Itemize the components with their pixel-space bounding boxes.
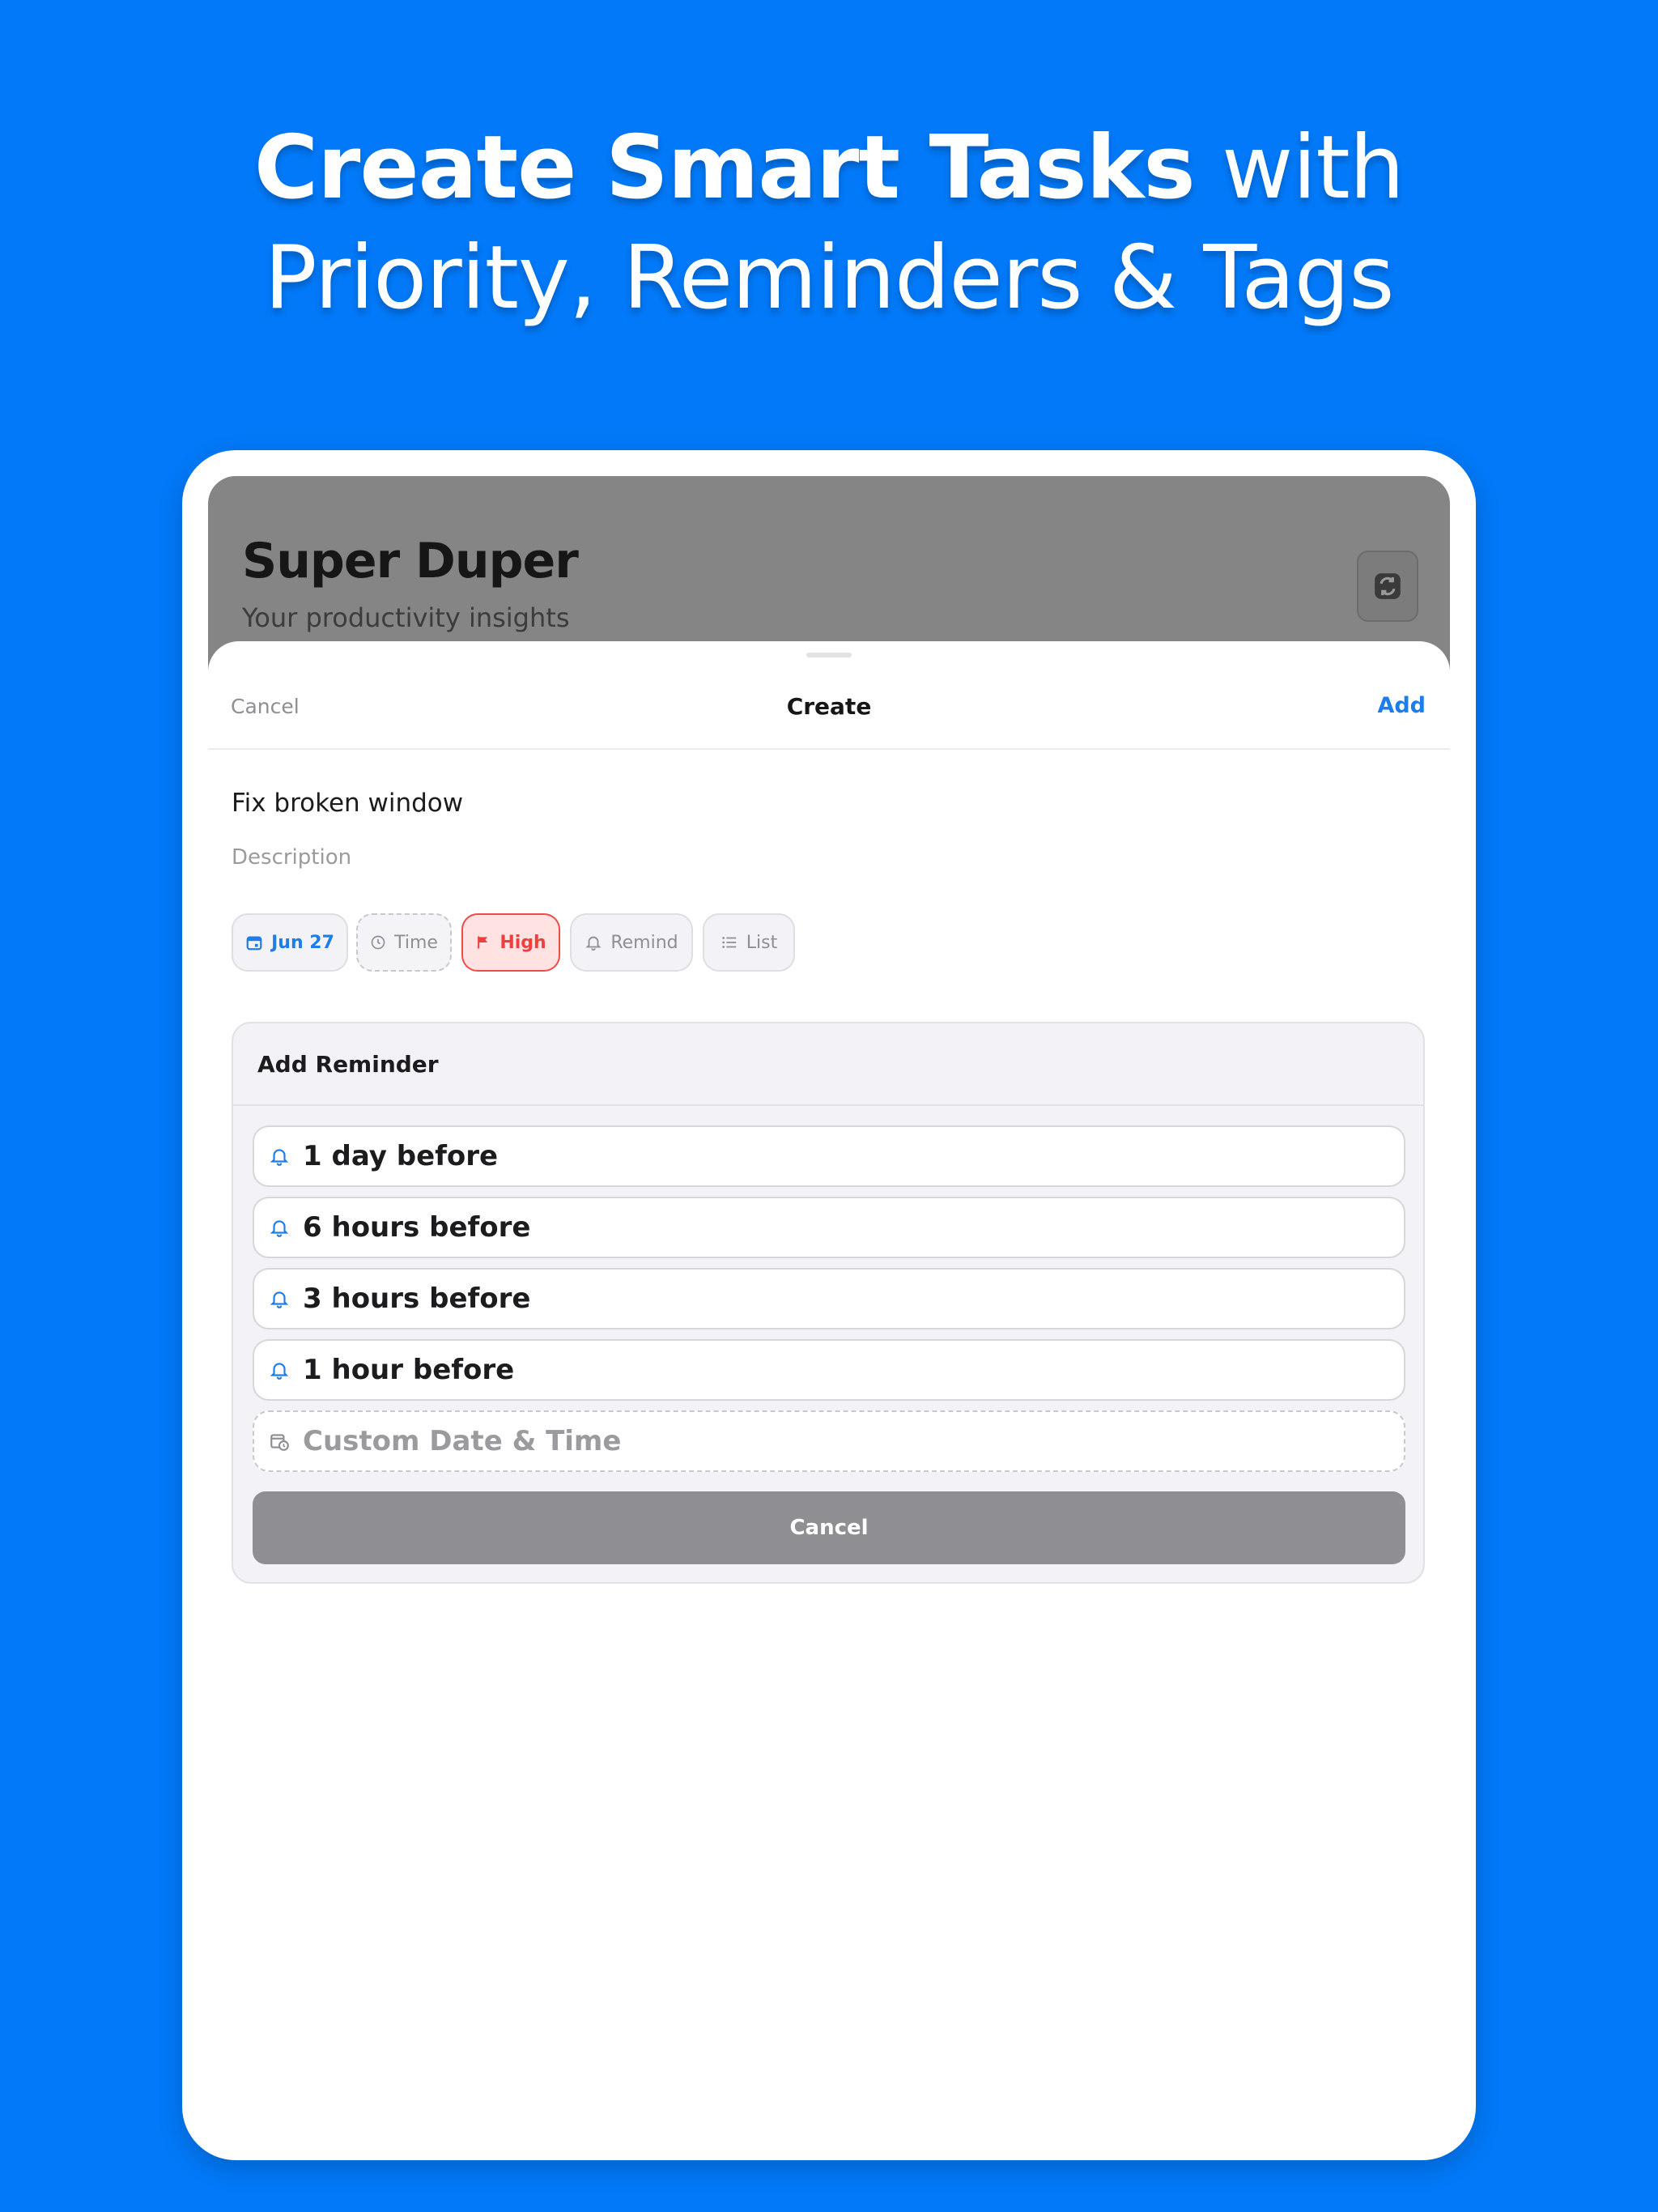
date-chip[interactable]: Jun 27 <box>232 913 348 972</box>
reminder-panel-header: Add Reminder <box>233 1023 1423 1106</box>
reminder-option-label: 6 hours before <box>303 1211 531 1244</box>
reminder-option[interactable]: 6 hours before <box>253 1197 1405 1258</box>
bell-icon <box>585 934 602 951</box>
sheet-navbar: Cancel Create Add <box>208 641 1450 750</box>
refresh-icon <box>1372 571 1403 602</box>
screen: Super Duper Your productivity insights C… <box>208 476 1450 2134</box>
custom-date-time-option[interactable]: Custom Date & Time <box>253 1410 1405 1472</box>
refresh-button[interactable] <box>1357 551 1418 622</box>
reminder-option[interactable]: 3 hours before <box>253 1268 1405 1329</box>
flag-icon <box>475 934 491 951</box>
reminder-option-label: 1 day before <box>303 1140 499 1172</box>
calendar-icon <box>245 934 263 951</box>
reminder-option[interactable]: 1 hour before <box>253 1339 1405 1401</box>
bell-icon <box>269 1288 290 1309</box>
create-task-sheet: Cancel Create Add Fix broken window Desc… <box>208 641 1450 2134</box>
custom-date-time-label: Custom Date & Time <box>303 1425 622 1457</box>
task-title-input[interactable]: Fix broken window <box>232 789 463 818</box>
add-reminder-panel: Add Reminder 1 day before 6 hours before <box>232 1022 1425 1584</box>
time-chip[interactable]: Time <box>356 913 452 972</box>
bell-icon <box>269 1217 290 1238</box>
priority-chip[interactable]: High <box>461 913 560 972</box>
hero-title-rest: with <box>1194 117 1405 219</box>
list-chip[interactable]: List <box>703 913 795 972</box>
list-chip-label: List <box>746 932 778 953</box>
add-button[interactable]: Add <box>1377 693 1426 718</box>
reminder-option[interactable]: 1 day before <box>253 1125 1405 1187</box>
priority-chip-label: High <box>500 932 546 953</box>
bell-icon <box>269 1146 290 1167</box>
bell-icon <box>269 1359 290 1380</box>
hero-line-2: Priority, Reminders & Tags <box>264 228 1395 329</box>
time-chip-label: Time <box>394 932 438 953</box>
hero-title-bold: Create Smart Tasks <box>253 117 1196 219</box>
reminder-cancel-button[interactable]: Cancel <box>253 1491 1405 1564</box>
app-title: Super Duper <box>242 533 579 589</box>
date-chip-label: Jun 27 <box>271 932 334 953</box>
hero-headline: Create Smart Tasks with Priority, Remind… <box>0 113 1658 334</box>
app-subtitle: Your productivity insights <box>242 602 570 633</box>
clock-icon <box>370 934 386 951</box>
list-icon <box>721 934 738 951</box>
description-input[interactable]: Description <box>232 845 351 870</box>
calendar-clock-icon <box>269 1431 290 1452</box>
reminder-option-label: 3 hours before <box>303 1283 531 1315</box>
tablet-frame: Super Duper Your productivity insights C… <box>182 450 1476 2160</box>
remind-chip-label: Remind <box>610 932 678 953</box>
remind-chip[interactable]: Remind <box>570 913 693 972</box>
hero-line-1: Create Smart Tasks with <box>0 113 1658 223</box>
sheet-title: Create <box>786 693 872 720</box>
reminder-option-label: 1 hour before <box>303 1354 515 1386</box>
